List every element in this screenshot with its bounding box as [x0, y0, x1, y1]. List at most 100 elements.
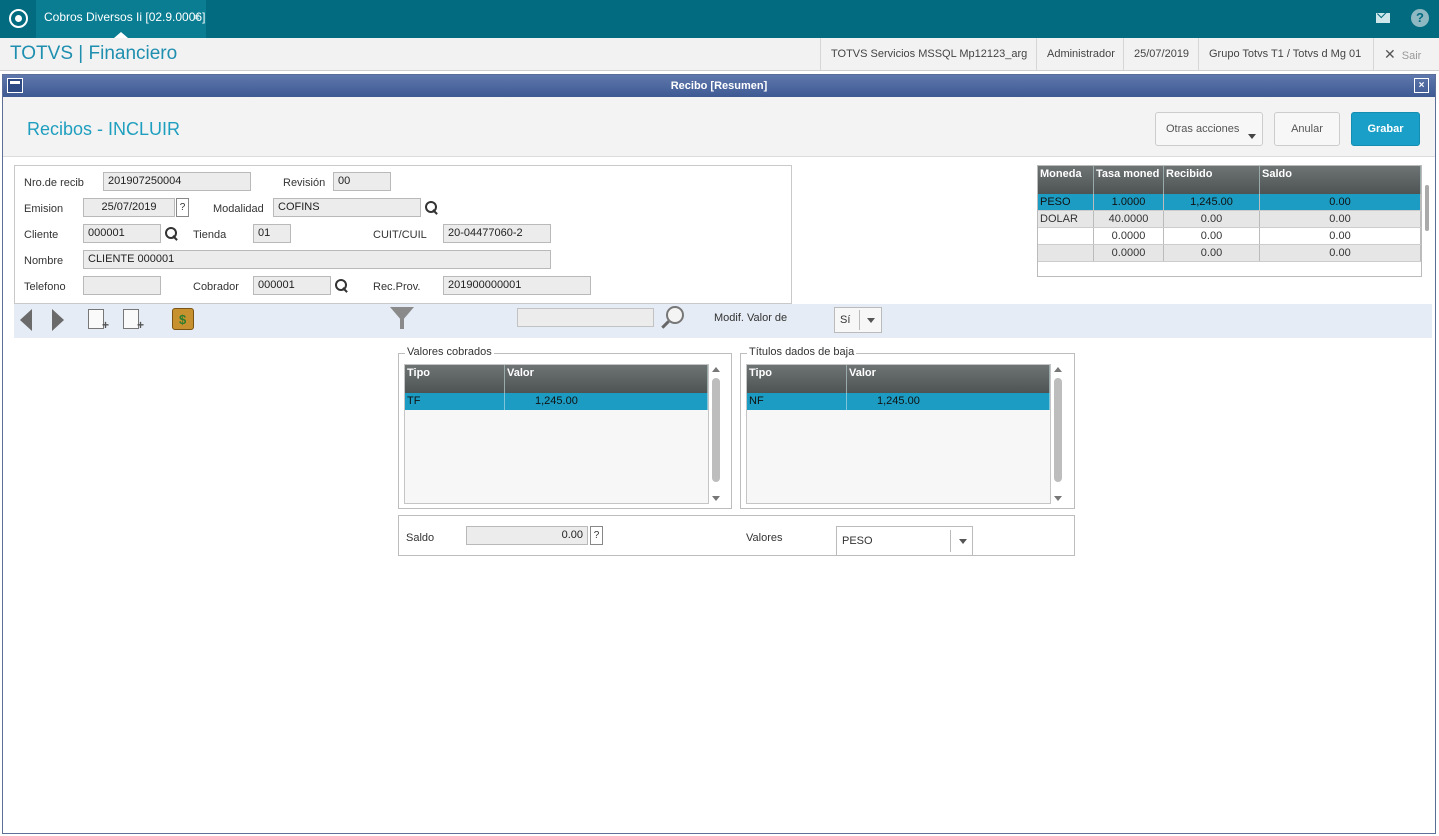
- otras-acciones-button[interactable]: Otras acciones: [1155, 112, 1263, 146]
- table-row[interactable]: TF 1,245.00: [405, 393, 708, 410]
- table-cell: 0.00: [1260, 245, 1421, 261]
- cliente-field[interactable]: 000001: [83, 224, 161, 243]
- emision-field[interactable]: 25/07/2019: [83, 198, 175, 217]
- currency-table-scrollbar[interactable]: [1424, 165, 1430, 277]
- table-cell: 40.0000: [1094, 211, 1164, 227]
- window-title: Recibo [Resumen]: [670, 80, 768, 92]
- telefono-label: Telefono: [24, 281, 66, 293]
- tab-cobros-diversos[interactable]: Cobros Diversos Ii [02.9.0006] ×: [36, 0, 206, 38]
- scroll-down-icon[interactable]: [1054, 496, 1062, 501]
- user-info: Administrador: [1036, 38, 1125, 70]
- saldo-help-button[interactable]: ?: [590, 526, 603, 545]
- table-row[interactable]: NF 1,245.00: [747, 393, 1050, 410]
- grid-toolbar: Modif. Valor de Sí: [14, 304, 1432, 338]
- window-icon: [7, 78, 23, 93]
- valores-cobrados-title: Valores cobrados: [405, 346, 494, 358]
- valores-select[interactable]: PESO: [836, 526, 973, 556]
- group-info: Grupo Totvs T1 / Totvs d Mg 01: [1198, 38, 1371, 70]
- environment-info: TOTVS Servicios MSSQL Mp12123_arg: [820, 38, 1037, 70]
- nombre-label: Nombre: [24, 255, 64, 267]
- table-cell: 1,245.00: [1164, 194, 1260, 210]
- exit-button[interactable]: ✕ Sair: [1373, 38, 1431, 70]
- column-header[interactable]: Recibido: [1164, 166, 1260, 194]
- table-cell: 0.0000: [1094, 228, 1164, 244]
- toolbar-search-icon[interactable]: [662, 306, 686, 330]
- modalidad-label: Modalidad: [213, 203, 264, 215]
- select-separator: [859, 310, 860, 330]
- grabar-button[interactable]: Grabar: [1351, 112, 1420, 146]
- cobrador-field[interactable]: 000001: [253, 276, 331, 295]
- caret-down-icon: [1248, 134, 1256, 139]
- column-header[interactable]: Saldo: [1260, 166, 1421, 194]
- saldo-field[interactable]: 0.00: [466, 526, 588, 545]
- revision-field[interactable]: 00: [333, 172, 391, 191]
- cash-register-icon[interactable]: [172, 308, 194, 330]
- column-header[interactable]: Tipo: [747, 365, 847, 393]
- titulos-baja-title: Títulos dados de baja: [747, 346, 857, 358]
- window-titlebar: Recibo [Resumen] ×: [3, 75, 1435, 97]
- scroll-thumb[interactable]: [1054, 378, 1062, 482]
- modalidad-field[interactable]: COFINS: [273, 198, 421, 217]
- tienda-field[interactable]: 01: [253, 224, 291, 243]
- otras-acciones-label: Otras acciones: [1166, 123, 1240, 135]
- table-cell: TF: [405, 393, 505, 410]
- cliente-search-icon[interactable]: [165, 227, 179, 241]
- modif-valor-value: Sí: [840, 314, 851, 326]
- add-document-icon[interactable]: [88, 309, 109, 332]
- cuit-field[interactable]: 20-04477060-2: [443, 224, 551, 243]
- currency-table: Moneda Tasa moned Recibido Saldo PESO 1.…: [1037, 165, 1422, 277]
- action-bar: Recibos - INCLUIR Otras acciones Anular …: [3, 97, 1435, 157]
- select-separator: [950, 530, 951, 552]
- previous-arrow-icon[interactable]: [20, 309, 32, 331]
- valores-cobrados-scrollbar[interactable]: [710, 364, 722, 504]
- scroll-up-icon[interactable]: [1054, 367, 1062, 372]
- anular-button[interactable]: Anular: [1274, 112, 1340, 146]
- window-close-button[interactable]: ×: [1414, 78, 1429, 93]
- exit-label: Sair: [1401, 50, 1422, 62]
- recprov-field[interactable]: 201900000001: [443, 276, 591, 295]
- column-header[interactable]: Valor: [847, 365, 1050, 393]
- table-row[interactable]: 0.0000 0.00 0.00: [1038, 245, 1421, 262]
- copy-document-icon[interactable]: [123, 309, 144, 332]
- telefono-field[interactable]: [83, 276, 161, 295]
- tab-close-icon[interactable]: ×: [193, 0, 200, 34]
- column-header[interactable]: Tasa moned: [1094, 166, 1164, 194]
- saldo-label: Saldo: [406, 532, 435, 544]
- scroll-thumb[interactable]: [712, 378, 720, 482]
- next-arrow-icon[interactable]: [52, 309, 64, 331]
- table-cell: 0.00: [1260, 211, 1421, 227]
- column-header[interactable]: Valor: [505, 365, 708, 393]
- nombre-field[interactable]: CLIENTE 000001: [83, 250, 551, 269]
- modalidad-search-icon[interactable]: [425, 201, 439, 215]
- valores-cobrados-grid: Tipo Valor TF 1,245.00: [404, 364, 709, 504]
- cobrador-search-icon[interactable]: [335, 279, 349, 293]
- cuit-label: CUIT/CUIL: [373, 229, 427, 241]
- titulos-baja-scrollbar[interactable]: [1052, 364, 1064, 504]
- toolbar-search-input[interactable]: [517, 308, 654, 327]
- table-row[interactable]: PESO 1.0000 1,245.00 0.00: [1038, 194, 1421, 211]
- close-icon: ✕: [1384, 46, 1396, 62]
- recprov-label: Rec.Prov.: [373, 281, 421, 293]
- emision-help-button[interactable]: ?: [176, 198, 189, 217]
- table-cell: 1.0000: [1094, 194, 1164, 210]
- scroll-down-icon[interactable]: [712, 496, 720, 501]
- modif-valor-select[interactable]: Sí: [834, 307, 882, 333]
- nro-recibo-field[interactable]: 201907250004: [103, 172, 251, 191]
- mail-icon[interactable]: [1376, 13, 1390, 23]
- cobrador-label: Cobrador: [193, 281, 239, 293]
- table-row[interactable]: DOLAR 40.0000 0.00 0.00: [1038, 211, 1421, 228]
- column-header[interactable]: Moneda: [1038, 166, 1094, 194]
- help-icon[interactable]: ?: [1411, 9, 1429, 27]
- date-info: 25/07/2019: [1123, 38, 1199, 70]
- table-cell: [1038, 245, 1094, 261]
- filter-icon[interactable]: [390, 307, 414, 329]
- chevron-down-icon: [867, 318, 875, 323]
- table-row[interactable]: 0.0000 0.00 0.00: [1038, 228, 1421, 245]
- table-cell: 1,245.00: [505, 393, 708, 410]
- tienda-label: Tienda: [193, 229, 227, 241]
- column-header[interactable]: Tipo: [405, 365, 505, 393]
- currency-table-header: Moneda Tasa moned Recibido Saldo: [1038, 166, 1421, 194]
- scroll-up-icon[interactable]: [712, 367, 720, 372]
- cliente-label: Cliente: [24, 229, 59, 241]
- app-logo-icon[interactable]: [9, 9, 28, 28]
